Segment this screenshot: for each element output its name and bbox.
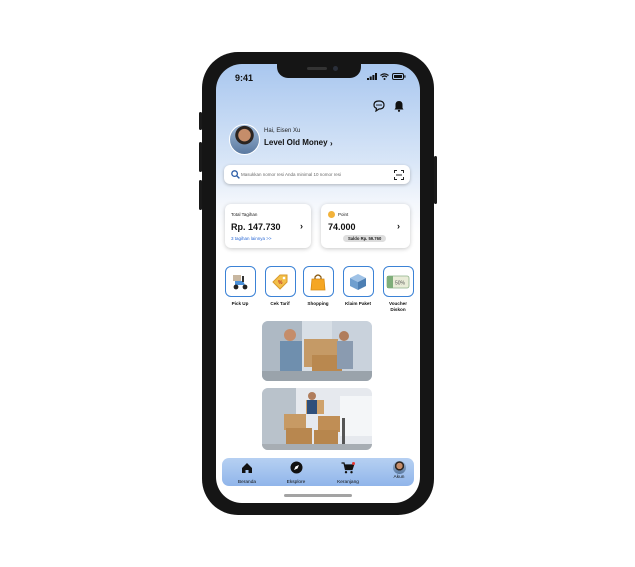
greeting-text: Hai, Eisen Xu [264,128,301,134]
service-label: Cek Tarif [270,301,290,306]
total-tagihan-value: Rp. 147.730 [231,222,281,232]
shopping-bag-icon [310,273,326,290]
phone-screen: 9:41 Hai, Eisen Xu Level Old Money › Mas… [216,64,420,503]
svg-text:50%: 50% [395,280,406,286]
service-label: Pick Up [231,301,249,306]
wifi-icon [380,73,389,80]
tagihan-link[interactable]: 3 tagihan lainnya >> [231,236,272,241]
svg-text:%: % [278,280,283,286]
nav-beranda[interactable]: Beranda [230,461,264,485]
search-input[interactable] [241,168,389,181]
cart-icon [341,462,355,474]
scooter-icon [233,274,248,289]
home-indicator [284,494,352,497]
service-label: Shopping [307,301,329,306]
bell-icon[interactable] [394,100,404,112]
service-label: Klaim Paket [344,301,372,306]
point-value: 74.000 [328,222,356,232]
search-icon [231,170,240,179]
banner-image-courier[interactable] [262,321,372,381]
chat-icon[interactable] [373,100,385,112]
banner-image-packages[interactable] [262,388,372,450]
point-label: Point [338,212,349,217]
bottom-nav: Beranda Eksplore Keranjang Akun [222,458,414,486]
point-card[interactable]: Point 74.000 › Saldo Rp. 59.760 [321,204,410,248]
service-voucher-diskon[interactable]: 50% Voucher Diskon [382,266,414,312]
status-time: 9:41 [235,73,254,83]
nav-eksplore[interactable]: Eksplore [279,461,313,485]
coin-icon [328,211,335,218]
notch [277,64,361,78]
scan-icon[interactable] [394,170,404,180]
search-bar[interactable] [224,165,410,184]
voucher-icon: 50% [386,275,410,288]
avatar[interactable] [229,124,260,155]
service-cek-tarif[interactable]: % Cek Tarif [264,266,296,307]
chevron-right-icon[interactable]: › [330,139,333,148]
nav-label: Beranda [237,480,257,485]
nav-label: Akun [393,475,405,480]
package-box-icon [350,273,366,290]
chevron-right-icon[interactable]: › [300,221,303,231]
service-klaim-paket[interactable]: Klaim Paket [342,266,374,307]
signal-icon [367,73,377,80]
total-tagihan-card[interactable]: Total Tagihan Rp. 147.730 › 3 tagihan la… [225,204,311,248]
saldo-badge: Saldo Rp. 59.760 [343,235,387,242]
nav-keranjang[interactable]: Keranjang [331,461,365,485]
nav-label: Keranjang [337,480,359,485]
battery-icon [392,73,406,80]
service-pick-up[interactable]: Pick Up [224,266,256,307]
level-title[interactable]: Level Old Money [264,138,328,147]
total-tagihan-label: Total Tagihan [231,212,258,217]
compass-icon [290,461,302,474]
price-tag-icon: % [272,274,288,290]
chevron-right-icon[interactable]: › [397,221,400,231]
status-icons [367,73,406,80]
service-shopping[interactable]: Shopping [302,266,334,307]
service-label: Voucher Diskon [388,301,408,312]
nav-akun[interactable]: Akun [382,461,416,480]
nav-label: Eksplore [286,480,306,485]
avatar-icon [392,461,406,474]
home-icon [242,463,252,473]
